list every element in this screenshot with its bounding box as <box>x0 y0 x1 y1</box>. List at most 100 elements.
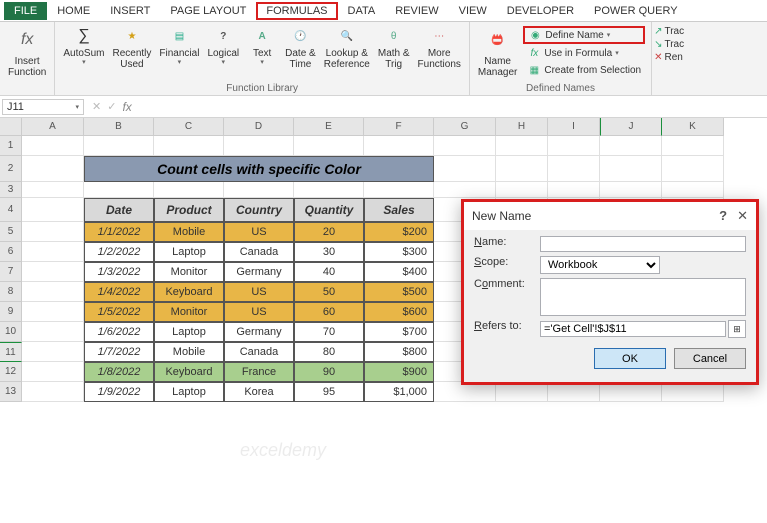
cell[interactable] <box>548 136 600 156</box>
cell[interactable] <box>364 136 434 156</box>
cell[interactable] <box>662 136 724 156</box>
cell[interactable] <box>22 242 84 262</box>
cancel-formula-icon[interactable]: ✕ <box>92 100 101 113</box>
text-button[interactable]: AText▾ <box>243 24 281 69</box>
trace-dependents-button[interactable]: ↘Trac <box>654 39 684 50</box>
cell[interactable]: 40 <box>294 262 364 282</box>
name-box[interactable]: J11▾ <box>2 99 84 115</box>
cell[interactable] <box>294 136 364 156</box>
column-header[interactable]: D <box>224 118 294 136</box>
column-header[interactable]: G <box>434 118 496 136</box>
name-manager-button[interactable]: 📛Name Manager <box>474 24 521 80</box>
cell[interactable]: 80 <box>294 342 364 362</box>
math-trig-button[interactable]: θMath & Trig <box>374 24 414 72</box>
cell[interactable] <box>22 282 84 302</box>
row-header[interactable]: 4 <box>0 198 22 222</box>
cell[interactable]: $400 <box>364 262 434 282</box>
cell[interactable]: 1/3/2022 <box>84 262 154 282</box>
logical-button[interactable]: ?Logical▾ <box>203 24 243 69</box>
cell[interactable]: Date <box>84 198 154 222</box>
cell[interactable] <box>662 156 724 182</box>
cell[interactable] <box>600 136 662 156</box>
cell[interactable] <box>22 182 84 198</box>
column-header[interactable]: A <box>22 118 84 136</box>
tab-data[interactable]: DATA <box>338 2 386 20</box>
tab-power-query[interactable]: POWER QUERY <box>584 2 688 20</box>
column-header[interactable]: J <box>600 118 662 136</box>
comment-textarea[interactable] <box>540 278 746 316</box>
cell[interactable] <box>84 182 154 198</box>
column-header[interactable]: H <box>496 118 548 136</box>
tab-formulas[interactable]: FORMULAS <box>256 2 337 20</box>
autosum-button[interactable]: ∑AutoSum▾ <box>59 24 108 69</box>
column-header[interactable]: C <box>154 118 224 136</box>
refers-to-input[interactable] <box>540 321 726 337</box>
cancel-button[interactable]: Cancel <box>674 348 746 369</box>
tab-review[interactable]: REVIEW <box>385 2 448 20</box>
cell[interactable] <box>548 182 600 198</box>
cell[interactable]: 1/8/2022 <box>84 362 154 382</box>
cell[interactable]: Laptop <box>154 382 224 402</box>
column-header[interactable]: I <box>548 118 600 136</box>
cell[interactable]: 70 <box>294 322 364 342</box>
cell[interactable]: 95 <box>294 382 364 402</box>
tab-file[interactable]: FILE <box>4 2 47 20</box>
cell[interactable]: Country <box>224 198 294 222</box>
cell[interactable]: $600 <box>364 302 434 322</box>
cell[interactable]: 1/9/2022 <box>84 382 154 402</box>
cell[interactable]: Mobile <box>154 222 224 242</box>
row-header[interactable]: 7 <box>0 262 22 282</box>
row-header[interactable]: 3 <box>0 182 22 198</box>
insert-function-button[interactable]: fx Insert Function <box>4 24 50 80</box>
cell[interactable] <box>224 182 294 198</box>
recently-used-button[interactable]: ★Recently Used <box>109 24 156 72</box>
cell[interactable]: 1/2/2022 <box>84 242 154 262</box>
cell[interactable] <box>22 262 84 282</box>
cell[interactable] <box>496 182 548 198</box>
cell[interactable]: US <box>224 282 294 302</box>
select-all-corner[interactable] <box>0 118 22 136</box>
cell[interactable] <box>22 198 84 222</box>
row-header[interactable]: 5 <box>0 222 22 242</box>
scope-select[interactable]: Workbook <box>540 256 660 274</box>
title-cell[interactable]: Count cells with specific Color <box>84 156 434 182</box>
use-in-formula-button[interactable]: fxUse in Formula ▾ <box>523 45 645 61</box>
cell[interactable]: 60 <box>294 302 364 322</box>
cell[interactable] <box>434 136 496 156</box>
row-header[interactable]: 12 <box>0 362 22 382</box>
cell[interactable]: Canada <box>224 242 294 262</box>
cell[interactable] <box>154 136 224 156</box>
trace-precedents-button[interactable]: ↗Trac <box>654 26 684 37</box>
cell[interactable]: $300 <box>364 242 434 262</box>
tab-home[interactable]: HOME <box>47 2 100 20</box>
cell[interactable] <box>364 182 434 198</box>
cell[interactable]: 1/5/2022 <box>84 302 154 322</box>
cell[interactable]: 1/1/2022 <box>84 222 154 242</box>
column-header[interactable]: F <box>364 118 434 136</box>
cell[interactable]: Germany <box>224 262 294 282</box>
cell[interactable]: 90 <box>294 362 364 382</box>
date-time-button[interactable]: 🕐Date & Time <box>281 24 320 72</box>
create-from-selection-button[interactable]: ▦Create from Selection <box>523 62 645 78</box>
name-input[interactable] <box>540 236 746 252</box>
cell[interactable]: 30 <box>294 242 364 262</box>
cell[interactable]: 1/6/2022 <box>84 322 154 342</box>
cell[interactable]: 1/7/2022 <box>84 342 154 362</box>
cell[interactable]: Canada <box>224 342 294 362</box>
cell[interactable]: Monitor <box>154 302 224 322</box>
cell[interactable] <box>84 136 154 156</box>
cell[interactable] <box>434 382 496 402</box>
row-header[interactable]: 10 <box>0 322 22 342</box>
row-header[interactable]: 2 <box>0 156 22 182</box>
cell[interactable]: Keyboard <box>154 282 224 302</box>
cell[interactable] <box>154 182 224 198</box>
cell[interactable] <box>662 182 724 198</box>
row-header[interactable]: 9 <box>0 302 22 322</box>
tab-view[interactable]: VIEW <box>449 2 497 20</box>
cell[interactable] <box>662 382 724 402</box>
cell[interactable] <box>496 136 548 156</box>
cell[interactable] <box>434 182 496 198</box>
cell[interactable]: Keyboard <box>154 362 224 382</box>
row-header[interactable]: 13 <box>0 382 22 402</box>
help-icon[interactable]: ? <box>719 208 727 224</box>
